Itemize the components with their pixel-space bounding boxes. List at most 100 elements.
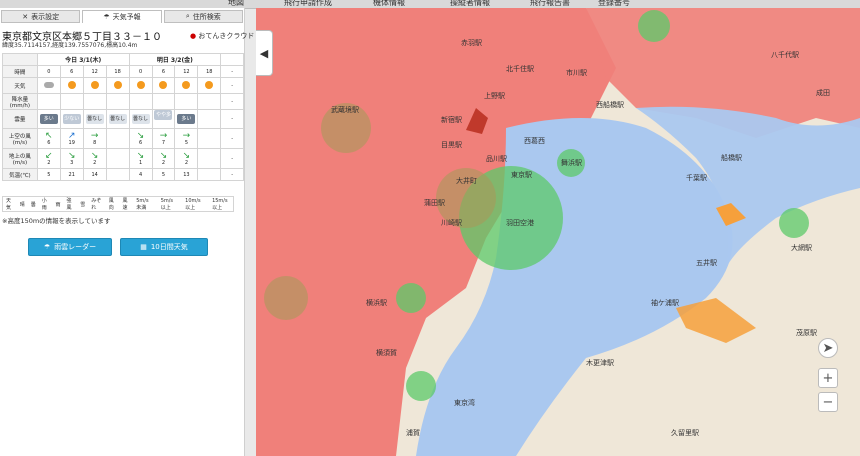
map-label: 大網駅	[791, 244, 812, 252]
wind-speed: 2	[93, 159, 97, 166]
precip-cell	[128, 93, 153, 110]
menu-flight-application[interactable]: 飛行申請作成	[284, 0, 332, 8]
restricted-zone-3	[264, 276, 308, 320]
wind-speed: 19	[68, 139, 75, 146]
precip-cell	[105, 93, 130, 110]
tab-display-settings[interactable]: ✕ 表示設定	[1, 10, 81, 23]
wind-arrow-icon: ↙	[45, 150, 53, 161]
tools-icon: ✕	[22, 12, 29, 21]
legend-speed: 10m/s 以上	[185, 197, 201, 211]
zoom-out-button[interactable]: −	[818, 392, 838, 412]
wind-arrow-icon: →	[159, 130, 168, 141]
locate-button[interactable]: ➤	[818, 338, 838, 358]
surface-wind-cell	[105, 148, 130, 169]
map-label: 五井駅	[696, 259, 717, 267]
weather-cell	[197, 77, 222, 94]
wind-arrow-icon: ↘	[67, 150, 76, 161]
weather-icon: ☂	[103, 13, 110, 21]
sunny-icon	[113, 80, 122, 89]
map-label: 千葉駅	[686, 174, 707, 182]
surface-wind-cell	[197, 148, 222, 169]
wind-speed: 6	[138, 139, 143, 146]
surface-wind-cell: ↘ 1	[128, 148, 153, 169]
wind-arrow-icon: ↗	[67, 130, 76, 141]
sunny-icon	[67, 80, 76, 89]
heliport-zone-5	[638, 10, 670, 42]
umbrella-icon: ☂	[43, 243, 51, 251]
cloud-cell: 曇なし	[105, 109, 130, 129]
upper-wind-cell: → 8	[82, 128, 107, 149]
row-label-upper-wind: 上空の風 (m/s)	[2, 128, 38, 149]
wind-speed: 5	[184, 139, 188, 146]
legend-speed: 5m/s 以上	[160, 197, 174, 211]
legend-item: 曇	[30, 201, 36, 208]
legend-wind-label: 風向	[108, 198, 114, 211]
time-cell: 12	[82, 65, 107, 78]
weather-cell: -	[220, 77, 244, 94]
map-label: 羽田空港	[506, 219, 534, 227]
row-label-surface-wind: 地上の風 (m/s)	[2, 148, 38, 169]
map-label: 新宿駅	[441, 116, 462, 124]
row-label-weather: 天気	[2, 77, 38, 94]
legend-item: 強風	[66, 198, 72, 211]
heliport-zone-2	[406, 371, 436, 401]
map-label: 西葛西	[524, 137, 545, 145]
surface-wind-cell: -	[220, 148, 244, 169]
wind-arrow-icon: →	[90, 130, 99, 141]
tab-label: 住所検索	[192, 12, 221, 21]
tab-label: 表示設定	[31, 12, 60, 21]
map-label: 北千住駅	[506, 65, 534, 73]
row-label-temp: 気温(℃)	[2, 168, 38, 181]
map-label: 久留里駅	[671, 429, 699, 437]
sunny-icon	[159, 80, 168, 89]
rain-radar-button[interactable]: ☂ 雨雲レーダー	[28, 238, 112, 256]
panel-tabs: ✕ 表示設定 ☂ 天気予報 ⌕ 住所検索	[0, 10, 244, 25]
precip-cell	[82, 93, 107, 110]
upper-wind-cell	[197, 128, 222, 149]
minus-icon: −	[822, 394, 834, 410]
menu-registration[interactable]: 登録番号	[598, 0, 630, 8]
weather-cell	[36, 77, 61, 94]
menu-pilot-info[interactable]: 操縦者情報	[450, 0, 490, 8]
map-label: 横須賀	[376, 349, 397, 357]
compass-icon: ➤	[822, 340, 834, 356]
time-cell: 12	[174, 65, 199, 78]
cloudy-icon	[43, 81, 54, 88]
tab-label: 天気予報	[112, 13, 141, 21]
map-view[interactable]: 赤羽駅 北千住駅 上野駅 新宿駅 武蔵境駅 西船橋駅 船橋駅 千葉駅 東京駅 羽…	[256, 8, 860, 456]
ten-day-forecast-button[interactable]: ▦ 10日間天気	[120, 238, 208, 256]
wind-arrow-icon: ↘	[136, 150, 145, 161]
plus-icon: +	[822, 370, 834, 386]
map-label: 浦賀	[406, 429, 420, 437]
legend-item: 雪	[80, 201, 86, 208]
map-canvas	[256, 8, 860, 456]
weather-cell	[105, 77, 130, 94]
legend-item: みぞれ	[91, 198, 102, 211]
cloud-cell	[197, 109, 222, 129]
surface-wind-cell: ↘ 2	[82, 148, 107, 169]
cloud-pill: 曇なし	[85, 114, 104, 124]
panel-collapse-button[interactable]: ◀	[256, 30, 273, 76]
corner-cell	[2, 53, 38, 66]
wind-speed: 3	[70, 159, 74, 166]
menu-map[interactable]: 地図	[228, 0, 244, 8]
menu-flight-report[interactable]: 飛行報告書	[530, 0, 570, 8]
cloud-cell: 曇なし	[128, 109, 153, 129]
wind-speed: 2	[47, 159, 51, 166]
dash-cell	[220, 53, 244, 66]
precip-cell	[197, 93, 222, 110]
sunny-icon	[182, 80, 191, 89]
wind-speed: 7	[161, 139, 166, 146]
time-cell: -	[220, 65, 244, 78]
map-label: 上野駅	[484, 92, 505, 100]
sunny-icon	[205, 80, 214, 89]
forecast-table: 今日 3/1(木) 明日 3/2(金) 時間 0 6 12 18 0 6 12 …	[2, 53, 244, 181]
menu-aircraft-info[interactable]: 機体情報	[373, 0, 405, 8]
wind-speed: 2	[184, 159, 188, 166]
zoom-in-button[interactable]: +	[818, 368, 838, 388]
tab-address-search[interactable]: ⌕ 住所検索	[163, 10, 243, 23]
wind-arrow-icon: ↘	[90, 150, 99, 161]
map-label: 西船橋駅	[596, 101, 624, 109]
tab-weather-forecast[interactable]: ☂ 天気予報	[82, 10, 162, 23]
map-label: 茂原駅	[796, 329, 817, 337]
